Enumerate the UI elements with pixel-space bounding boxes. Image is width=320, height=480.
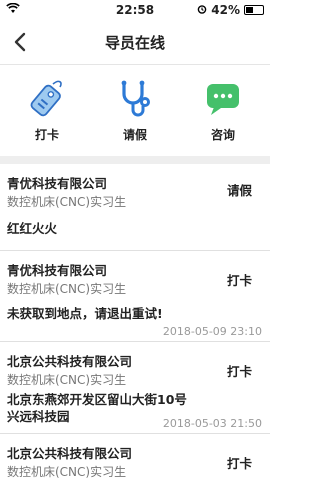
battery-percent: 42% [211, 3, 240, 17]
record-type: 打卡 [226, 273, 252, 288]
record-card[interactable]: 青优科技有限公司 数控机床(CNC)实习生 请假 红红火火 [0, 164, 270, 251]
chat-icon [207, 84, 239, 115]
record-card[interactable]: 北京公共科技有限公司 数控机床(CNC)实习生 打卡 [0, 434, 270, 480]
alarm-icon [197, 3, 207, 17]
section-gap [0, 156, 270, 164]
divider [0, 64, 270, 65]
tag-icon [30, 80, 62, 117]
record-card[interactable]: 青优科技有限公司 数控机床(CNC)实习生 打卡 未获取到地点，请退出重试! 2… [0, 251, 270, 342]
company-name: 青优科技有限公司 [7, 263, 108, 278]
record-time: 2018-05-09 23:10 [162, 325, 262, 338]
company-name: 北京公共科技有限公司 [7, 354, 133, 369]
nav-bar: 导员在线 [0, 20, 270, 64]
company-name: 北京公共科技有限公司 [7, 446, 133, 461]
job-role: 数控机床(CNC)实习生 [7, 195, 127, 209]
job-role: 数控机床(CNC)实习生 [7, 465, 127, 479]
record-card[interactable]: 北京公共科技有限公司 数控机床(CNC)实习生 打卡 北京东燕郊开发区留山大街1… [0, 342, 270, 434]
job-role: 数控机床(CNC)实习生 [7, 282, 127, 296]
consult-label: 咨询 [210, 128, 235, 142]
record-note: 未获取到地点，请退出重试! [7, 306, 163, 321]
leave-label: 请假 [122, 128, 147, 142]
record-type: 打卡 [226, 456, 252, 471]
record-list: 青优科技有限公司 数控机床(CNC)实习生 请假 红红火火 青优科技有限公司 数… [0, 164, 270, 480]
checkin-label: 打卡 [34, 128, 59, 142]
company-name: 青优科技有限公司 [7, 176, 108, 191]
record-note: 红红火火 [7, 221, 58, 236]
checkin-button[interactable]: 打卡 [12, 78, 82, 148]
record-type: 请假 [226, 183, 252, 198]
action-row: 打卡 请假 咨询 [0, 72, 270, 154]
record-type: 打卡 [226, 364, 252, 379]
status-bar: 22:58 42% [0, 0, 270, 20]
consult-button[interactable]: 咨询 [188, 78, 258, 148]
page-title: 导员在线 [104, 34, 165, 52]
leave-button[interactable]: 请假 [100, 78, 170, 148]
stethoscope-icon [121, 80, 150, 117]
record-time: 2018-05-03 21:50 [162, 417, 262, 430]
job-role: 数控机床(CNC)实习生 [7, 373, 127, 387]
battery-icon [244, 5, 264, 15]
